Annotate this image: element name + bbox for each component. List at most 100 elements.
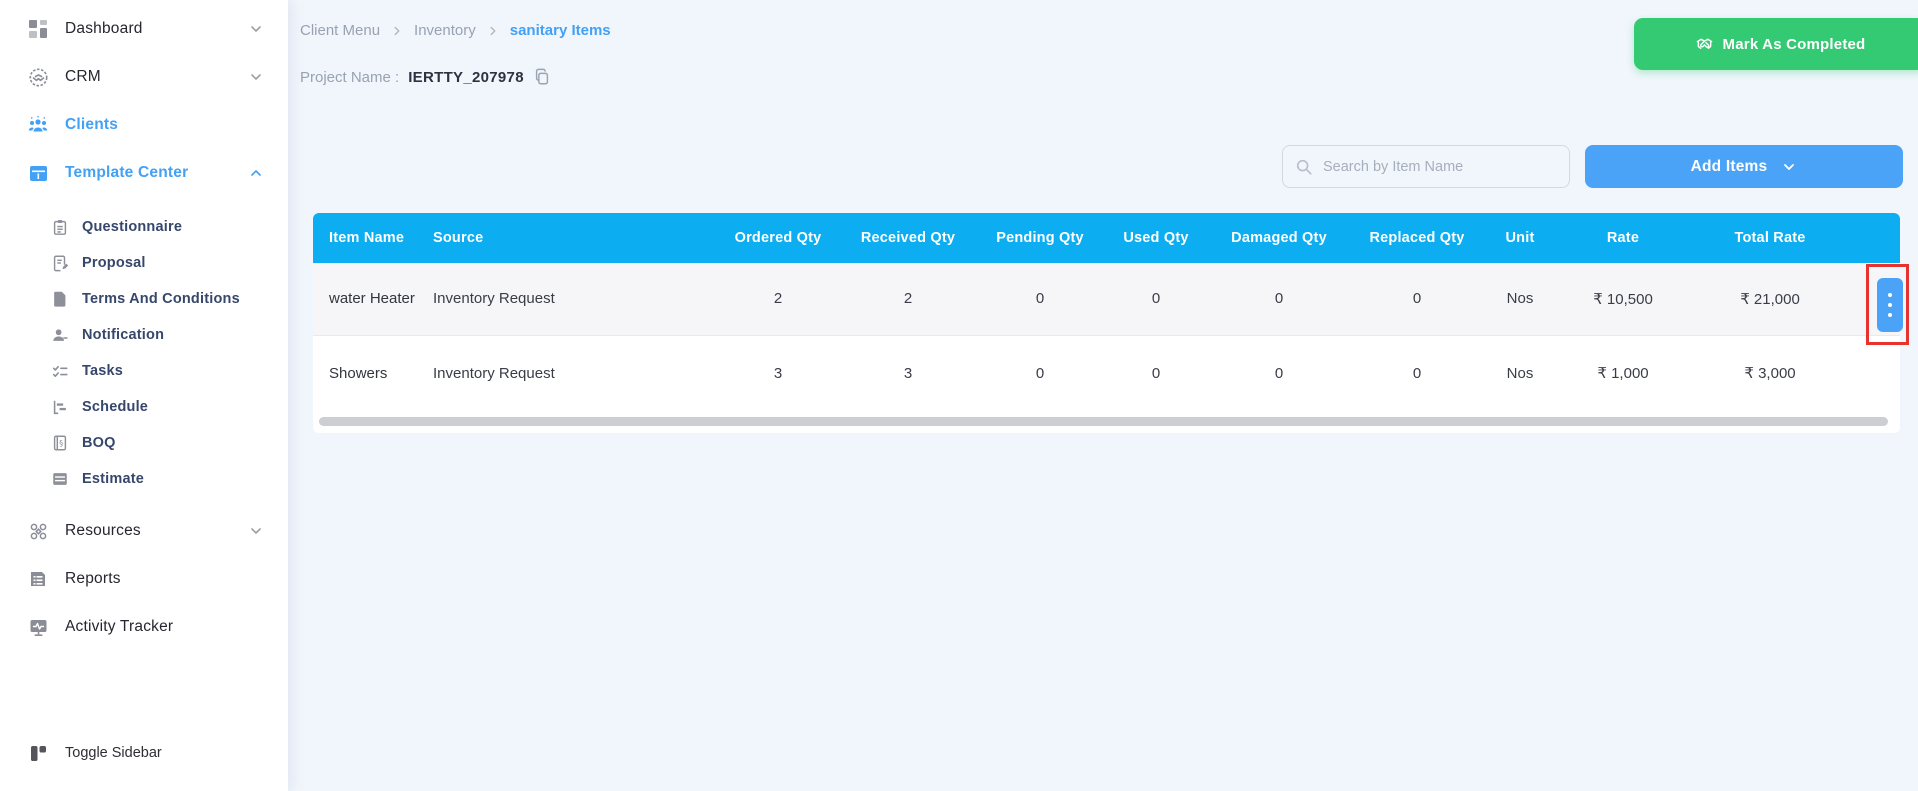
sidebar-item-label: Schedule — [82, 399, 149, 415]
sidebar-item-tasks[interactable]: Tasks — [0, 353, 288, 389]
header-actions — [1853, 213, 1900, 263]
sidebar-item-reports[interactable]: Reports — [0, 555, 288, 603]
cell-pending-qty: 0 — [973, 263, 1107, 336]
breadcrumb: Client Menu Inventory sanitary Items — [300, 22, 611, 39]
chevron-right-icon — [390, 24, 404, 38]
chevron-down-icon — [1781, 159, 1797, 175]
breadcrumb-client-menu[interactable]: Client Menu — [300, 22, 380, 39]
kebab-dot — [1888, 293, 1892, 297]
cell-unit: Nos — [1481, 263, 1559, 336]
resources-icon — [27, 520, 49, 542]
cell-rate: ₹ 10,500 — [1559, 263, 1687, 336]
sidebar: Dashboard CRM Clients Template Center Qu… — [0, 0, 288, 791]
table-row: Showers Inventory Request 3 3 0 0 0 0 No… — [313, 335, 1900, 411]
template-center-submenu: Questionnaire Proposal Terms And Conditi… — [0, 209, 288, 497]
chevron-down-icon — [248, 21, 264, 37]
sidebar-item-label: Proposal — [82, 255, 146, 271]
sidebar-item-label: Activity Tracker — [65, 618, 174, 635]
sidebar-item-questionnaire[interactable]: Questionnaire — [0, 209, 288, 245]
sidebar-item-terms-and-conditions[interactable]: Terms And Conditions — [0, 281, 288, 317]
notification-icon — [50, 326, 69, 345]
chevron-right-icon — [486, 24, 500, 38]
sidebar-item-activity-tracker[interactable]: Activity Tracker — [0, 603, 288, 651]
cell-ordered-qty: 3 — [713, 335, 843, 411]
boq-icon: § — [50, 434, 69, 453]
sidebar-item-resources[interactable]: Resources — [0, 507, 288, 555]
cell-received-qty: 3 — [843, 335, 973, 411]
cell-total-rate: ₹ 21,000 — [1687, 263, 1853, 336]
template-center-icon — [27, 162, 49, 184]
cell-ordered-qty: 2 — [713, 263, 843, 336]
sidebar-item-crm[interactable]: CRM — [0, 53, 288, 101]
sidebar-item-dashboard[interactable]: Dashboard — [0, 5, 288, 53]
sidebar-item-clients[interactable]: Clients — [0, 101, 288, 149]
search-input[interactable] — [1323, 158, 1557, 175]
kebab-dot — [1888, 313, 1892, 317]
cell-used-qty: 0 — [1107, 335, 1205, 411]
horizontal-scrollbar[interactable] — [319, 417, 1888, 426]
schedule-icon — [50, 398, 69, 417]
add-items-button[interactable]: Add Items — [1585, 145, 1903, 188]
reports-icon — [27, 568, 49, 590]
mark-as-completed-button[interactable]: Mark As Completed — [1634, 18, 1918, 70]
kebab-dot — [1888, 303, 1892, 307]
breadcrumb-inventory[interactable]: Inventory — [414, 22, 476, 39]
sidebar-item-label: Tasks — [82, 363, 124, 379]
row-actions-kebab-button[interactable] — [1877, 278, 1903, 332]
proposal-icon — [50, 254, 69, 273]
project-name-row: Project Name : IERTTY_207978 — [300, 68, 551, 86]
cell-received-qty: 2 — [843, 263, 973, 336]
cell-pending-qty: 0 — [973, 335, 1107, 411]
sidebar-item-proposal[interactable]: Proposal — [0, 245, 288, 281]
header-replaced-qty: Replaced Qty — [1353, 213, 1481, 263]
sidebar-item-label: Terms And Conditions — [82, 291, 240, 307]
cell-replaced-qty: 0 — [1353, 263, 1481, 336]
questionnaire-icon — [50, 218, 69, 237]
sidebar-item-label: CRM — [65, 68, 101, 85]
sidebar-item-template-center[interactable]: Template Center — [0, 149, 288, 197]
sidebar-item-notification[interactable]: Notification — [0, 317, 288, 353]
header-rate: Rate — [1559, 213, 1687, 263]
cell-source: Inventory Request — [417, 335, 713, 411]
cell-source: Inventory Request — [417, 263, 713, 336]
header-used-qty: Used Qty — [1107, 213, 1205, 263]
estimate-icon — [50, 470, 69, 489]
cell-replaced-qty: 0 — [1353, 335, 1481, 411]
header-ordered-qty: Ordered Qty — [713, 213, 843, 263]
cell-damaged-qty: 0 — [1205, 335, 1353, 411]
cell-damaged-qty: 0 — [1205, 263, 1353, 336]
cell-actions — [1853, 335, 1900, 411]
cell-unit: Nos — [1481, 335, 1559, 411]
header-total-rate: Total Rate — [1687, 213, 1853, 263]
project-name-label: Project Name : — [300, 68, 400, 86]
sidebar-item-label: Resources — [65, 522, 141, 539]
search-icon — [1295, 158, 1313, 176]
activity-tracker-icon — [27, 616, 49, 638]
sidebar-item-label: BOQ — [82, 435, 116, 451]
chevron-down-icon — [248, 69, 264, 85]
sidebar-item-label: Reports — [65, 570, 121, 587]
sidebar-item-boq[interactable]: § BOQ — [0, 425, 288, 461]
header-source: Source — [417, 213, 713, 263]
toggle-sidebar-button[interactable]: Toggle Sidebar — [0, 729, 288, 777]
sidebar-item-schedule[interactable]: Schedule — [0, 389, 288, 425]
toggle-sidebar-label: Toggle Sidebar — [65, 745, 162, 761]
cell-total-rate: ₹ 3,000 — [1687, 335, 1853, 411]
sidebar-item-label: Clients — [65, 116, 119, 133]
dashboard-icon — [27, 18, 49, 40]
mark-as-completed-label: Mark As Completed — [1722, 35, 1866, 53]
chevron-up-icon — [248, 165, 264, 181]
sidebar-item-label: Template Center — [65, 164, 189, 181]
sidebar-item-label: Estimate — [82, 471, 145, 487]
inventory-items-table: Item Name Source Ordered Qty Received Qt… — [313, 213, 1900, 433]
svg-text:§: § — [59, 438, 63, 448]
terms-icon — [50, 290, 69, 309]
sidebar-item-estimate[interactable]: Estimate — [0, 461, 288, 497]
sidebar-item-label: Notification — [82, 327, 165, 343]
search-box — [1282, 145, 1570, 188]
crm-icon — [27, 66, 49, 88]
main-content: Client Menu Inventory sanitary Items Pro… — [288, 0, 1918, 791]
table-header-row: Item Name Source Ordered Qty Received Qt… — [313, 213, 1900, 263]
copy-icon[interactable] — [533, 68, 551, 86]
sidebar-item-label: Dashboard — [65, 20, 143, 37]
